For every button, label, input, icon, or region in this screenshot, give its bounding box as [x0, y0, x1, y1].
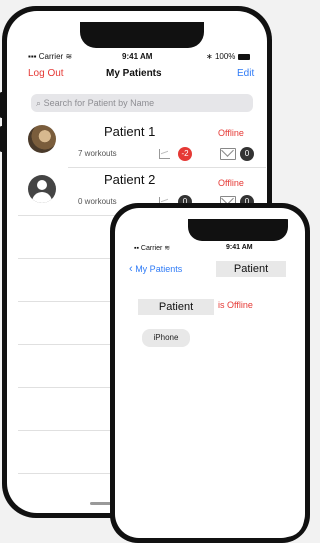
back-button[interactable]: ‹ My Patients	[129, 263, 182, 275]
logout-button[interactable]: Log Out	[28, 68, 64, 79]
offline-status-text: is Offline	[218, 300, 253, 310]
phone-frame-detail: ▪▪ Carrier ≋ 9:41 AM ‹ My Patients Patie…	[110, 203, 310, 543]
status-time: 9:41 AM	[226, 244, 253, 251]
status-carrier: ▪▪▪ Carrier ≋	[28, 52, 72, 61]
wifi-icon: ≋	[164, 245, 171, 252]
carrier-label: Carrier	[38, 52, 64, 61]
patient-name: Patient 1	[104, 124, 156, 139]
avatar	[28, 125, 56, 153]
chart-icon[interactable]	[159, 149, 170, 159]
status-badge: Offline	[218, 128, 244, 138]
chevron-left-icon: ‹	[129, 263, 133, 275]
status-time: 9:41 AM	[122, 52, 153, 61]
patient-name: Patient 2	[104, 172, 156, 187]
wifi-icon: ≋	[65, 52, 73, 61]
signal-icon: ▪▪▪	[28, 52, 37, 61]
mail-icon[interactable]	[220, 148, 236, 160]
status-battery: ∗ 100%	[206, 52, 250, 61]
detail-title: Patient	[216, 261, 286, 277]
battery-icon	[237, 53, 250, 60]
status-carrier: ▪▪ Carrier ≋	[134, 244, 170, 252]
patient-label: Patient	[138, 299, 214, 315]
volume-button	[0, 126, 3, 152]
search-icon: ⌕	[36, 98, 42, 108]
bluetooth-icon: ∗	[206, 52, 213, 61]
list-item[interactable]: Patient 1 7 workouts Offline -2 0	[18, 118, 266, 166]
battery-percent: 100%	[214, 52, 236, 61]
back-label: My Patients	[135, 264, 183, 274]
chart-count-badge: -2	[178, 147, 192, 161]
patient-detail-screen: ▪▪ Carrier ≋ 9:41 AM ‹ My Patients Patie…	[126, 219, 304, 537]
search-input[interactable]: ⌕ Search for Patient by Name	[31, 94, 253, 112]
workout-count: 0 workouts	[78, 197, 117, 206]
status-badge: Offline	[218, 178, 244, 188]
workout-count: 7 workouts	[78, 149, 117, 158]
device-chip[interactable]: iPhone	[142, 329, 190, 347]
avatar-head-shape	[37, 180, 47, 190]
phone-bezel: ▪▪ Carrier ≋ 9:41 AM ‹ My Patients Patie…	[115, 208, 305, 538]
edit-button[interactable]: Edit	[237, 68, 254, 79]
mail-count-badge: 0	[240, 147, 254, 161]
avatar-placeholder-icon	[28, 175, 56, 203]
signal-icon: ▪▪	[134, 245, 139, 252]
page-title: My Patients	[106, 68, 162, 79]
avatar-body-shape	[32, 192, 52, 203]
search-placeholder: Search for Patient by Name	[43, 98, 155, 108]
volume-button	[0, 92, 3, 118]
carrier-label: Carrier	[140, 245, 163, 252]
phone-notch	[80, 22, 204, 48]
phone-notch	[188, 219, 288, 241]
